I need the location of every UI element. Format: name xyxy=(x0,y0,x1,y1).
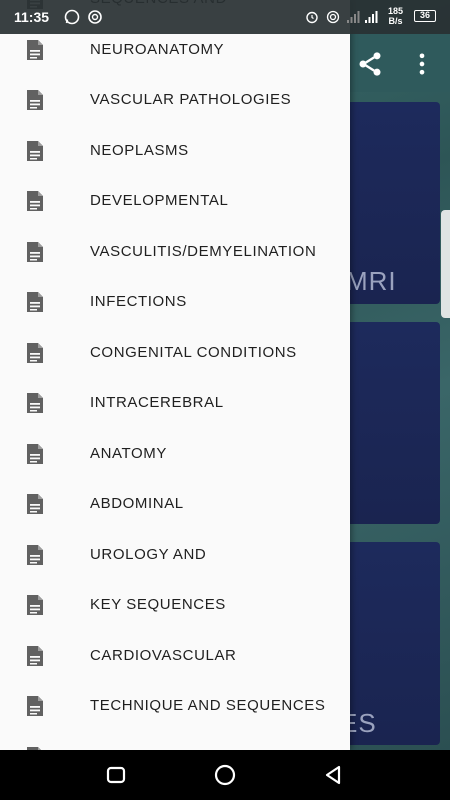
document-icon xyxy=(25,190,45,212)
status-bar: 11:35 185 B/s 36 xyxy=(0,0,450,34)
drawer-menu-item-label: TECHNIQUE AND SEQUENCES xyxy=(90,697,326,714)
drawer-menu-item[interactable]: ANATOMY xyxy=(0,429,350,480)
drawer-menu-item-label: NEUROANATOMY xyxy=(90,40,225,58)
drawer-menu-item[interactable]: CARDIOVASCULAR xyxy=(0,631,350,682)
hotspot-icon xyxy=(326,10,340,24)
drawer-menu-item[interactable]: UROLOGY AND xyxy=(0,530,350,581)
drawer-menu-item-label: ANATOMY xyxy=(90,444,167,462)
drawer-menu-item-label: INTRACEREBRAL xyxy=(90,394,224,411)
card-title: MRI xyxy=(346,266,397,296)
network-speed: 185 B/s xyxy=(388,6,403,26)
drawer-menu-item-label: INFECTIONS xyxy=(90,293,187,310)
drawer-menu-item-label: VASCULAR PATHOLOGIES xyxy=(90,91,292,108)
system-navigation-bar xyxy=(0,750,450,800)
drawer-menu-item[interactable]: DEVELOPMENTAL xyxy=(0,176,350,227)
drawer-menu-item[interactable]: ABDOMINAL xyxy=(0,479,350,530)
category-card[interactable]: MRI xyxy=(340,102,440,304)
drawer-menu-item[interactable]: NEOPLASMS xyxy=(0,126,350,177)
drawer-menu-item[interactable]: INTRACEREBRAL xyxy=(0,378,350,429)
drawer-menu-item-label: KEY SEQUENCES xyxy=(90,596,226,613)
drawer-menu-item[interactable]: VASCULITIS/DEMYELINATION xyxy=(0,227,350,278)
document-icon xyxy=(25,241,45,263)
drawer-menu-item-label: ABDOMINAL xyxy=(90,495,184,512)
drawer-menu-list: SEQUENCES ANDNEUROANATOMYVASCULAR PATHOL… xyxy=(0,0,350,750)
document-icon xyxy=(25,594,45,616)
document-icon xyxy=(25,392,45,414)
recents-icon[interactable] xyxy=(104,763,128,787)
drawer-menu-item[interactable] xyxy=(0,732,350,750)
document-icon xyxy=(25,342,45,364)
drawer-menu-item-label: DEVELOPMENTAL xyxy=(90,192,229,209)
back-icon[interactable] xyxy=(322,763,346,787)
document-icon xyxy=(25,443,45,465)
category-card[interactable]: ES xyxy=(340,542,440,745)
home-icon[interactable] xyxy=(213,763,237,787)
document-icon xyxy=(25,291,45,313)
status-time: 11:35 xyxy=(14,9,50,25)
network-speed-value: 185 xyxy=(388,6,404,16)
whatsapp-icon xyxy=(64,9,80,25)
document-icon xyxy=(25,544,45,566)
document-icon xyxy=(25,39,45,61)
document-icon xyxy=(25,89,45,111)
drawer-menu-item[interactable]: CONGENITAL CONDITIONS xyxy=(0,328,350,379)
drawer-menu-item[interactable]: TECHNIQUE AND SEQUENCES xyxy=(0,681,350,732)
drawer-menu-item-label: UROLOGY AND xyxy=(90,545,207,563)
signal-strength-icon-1 xyxy=(347,11,360,23)
drawer-menu-item-label: CONGENITAL CONDITIONS xyxy=(90,343,297,361)
signal-app-icon xyxy=(88,10,102,24)
signal-strength-icon-2 xyxy=(365,11,378,23)
drawer-menu-item-label: NEOPLASMS xyxy=(90,141,189,159)
document-icon xyxy=(25,140,45,162)
document-icon xyxy=(25,695,45,717)
drawer-menu-item-label: VASCULITIS/DEMYELINATION xyxy=(90,242,317,260)
drawer-menu-item[interactable]: VASCULAR PATHOLOGIES xyxy=(0,75,350,126)
document-icon xyxy=(25,493,45,515)
share-icon[interactable] xyxy=(356,50,384,78)
document-icon xyxy=(25,645,45,667)
network-speed-unit: B/s xyxy=(388,16,403,26)
drawer-menu-item-label: CARDIOVASCULAR xyxy=(90,646,237,664)
navigation-drawer: SEQUENCES ANDNEUROANATOMYVASCULAR PATHOL… xyxy=(0,0,350,750)
alarm-icon xyxy=(306,11,318,24)
battery-indicator: 36 xyxy=(414,10,436,22)
category-card[interactable] xyxy=(340,322,440,524)
drawer-menu-item[interactable]: KEY SEQUENCES xyxy=(0,580,350,631)
drawer-menu-item[interactable]: INFECTIONS xyxy=(0,277,350,328)
edge-handle[interactable] xyxy=(441,210,450,318)
more-options-icon[interactable] xyxy=(414,50,430,78)
